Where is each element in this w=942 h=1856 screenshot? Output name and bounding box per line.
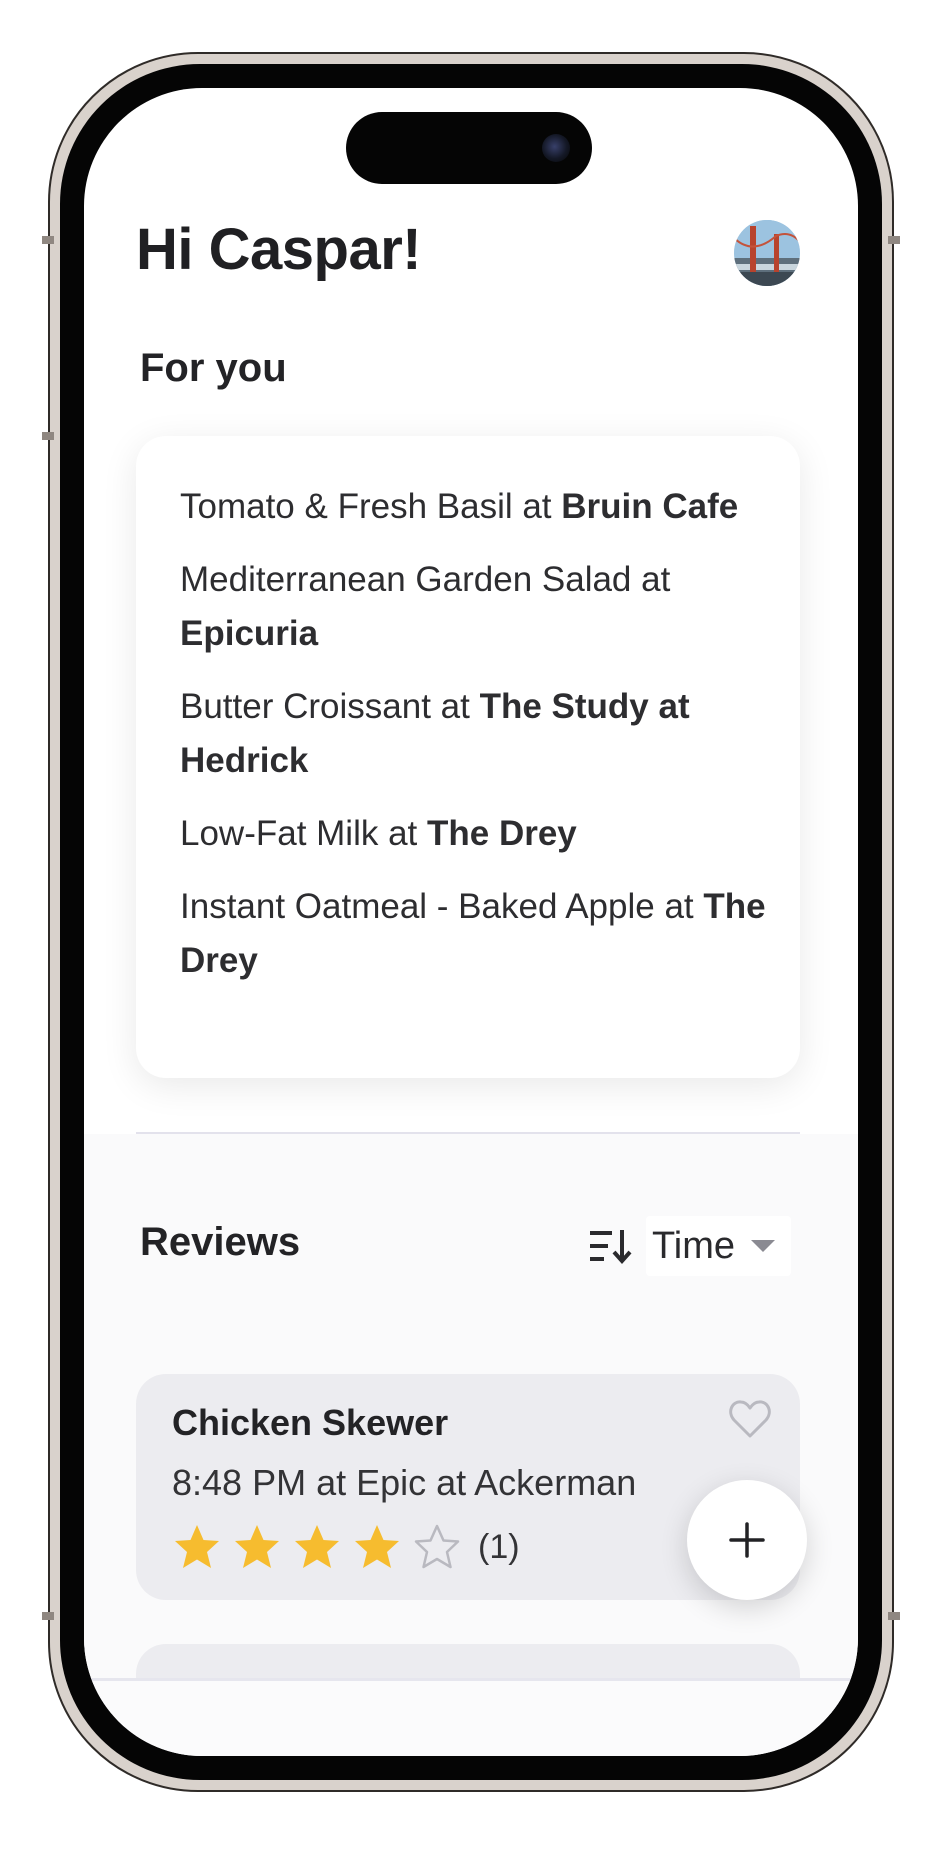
dining-hall-name: The Drey bbox=[427, 814, 577, 853]
star-rating: (1) bbox=[172, 1522, 520, 1572]
dining-hall-name: Epicuria bbox=[180, 614, 319, 653]
sort-dropdown[interactable]: Time bbox=[646, 1216, 792, 1276]
volume-down-button bbox=[42, 1612, 54, 1620]
power-button bbox=[888, 236, 900, 244]
app-screen: Hi Caspar! For you Tomato & Fresh Basil … bbox=[84, 88, 858, 1756]
bottom-bar bbox=[84, 1678, 858, 1756]
recommendations-list: Tomato & Fresh Basil at Bruin Cafe Medit… bbox=[180, 480, 770, 1007]
review-time-location: 8:48 PM at Epic at Ackerman bbox=[172, 1462, 637, 1503]
recommendation-item[interactable]: Low-Fat Milk at The Drey bbox=[180, 807, 770, 861]
chevron-down-icon bbox=[751, 1240, 776, 1252]
dining-hall-name: Bruin Cafe bbox=[561, 487, 739, 526]
recommendation-item[interactable]: Mediterranean Garden Salad at Epicuria bbox=[180, 553, 770, 661]
action-button bbox=[42, 236, 54, 244]
sort-descending-icon[interactable] bbox=[588, 1226, 632, 1266]
recommendation-item[interactable]: Tomato & Fresh Basil at Bruin Cafe bbox=[180, 480, 770, 534]
star-filled-icon bbox=[235, 1525, 279, 1568]
star-filled-icon bbox=[175, 1525, 219, 1568]
dish-name: Mediterranean Garden Salad at bbox=[180, 560, 671, 599]
dish-name: Low-Fat Milk at bbox=[180, 814, 427, 853]
star-filled-icon bbox=[355, 1525, 399, 1568]
camera-icon bbox=[542, 134, 570, 162]
dish-name: Tomato & Fresh Basil at bbox=[180, 487, 562, 526]
recommendation-item[interactable]: Instant Oatmeal - Baked Apple at The Dre… bbox=[180, 880, 770, 988]
recommendations-card: Tomato & Fresh Basil at Bruin Cafe Medit… bbox=[136, 436, 800, 1078]
add-review-button[interactable] bbox=[687, 1480, 807, 1600]
for-you-heading: For you bbox=[140, 346, 287, 390]
reviews-heading: Reviews bbox=[140, 1220, 301, 1264]
dish-name: Butter Croissant at bbox=[180, 687, 480, 726]
dish-name: Instant Oatmeal - Baked Apple at bbox=[180, 887, 704, 926]
greeting-title: Hi Caspar! bbox=[136, 217, 422, 282]
star-filled-icon bbox=[295, 1525, 339, 1568]
plus-icon bbox=[729, 1522, 765, 1558]
golden-gate-bridge-icon bbox=[734, 220, 800, 286]
recommendation-item[interactable]: Butter Croissant at The Study at Hedrick bbox=[180, 680, 770, 788]
star-empty-icon bbox=[414, 1524, 460, 1569]
sort-control: Time bbox=[588, 1216, 792, 1276]
review-dish-name: Chicken Skewer bbox=[172, 1402, 449, 1443]
volume-up-button bbox=[42, 432, 54, 440]
rating-count: (1) bbox=[478, 1527, 520, 1566]
heart-outline-icon[interactable] bbox=[728, 1398, 772, 1440]
power-button-lower bbox=[888, 1612, 900, 1620]
profile-avatar[interactable] bbox=[734, 220, 800, 286]
dynamic-island bbox=[346, 112, 592, 184]
sort-selected-value: Time bbox=[652, 1224, 736, 1267]
